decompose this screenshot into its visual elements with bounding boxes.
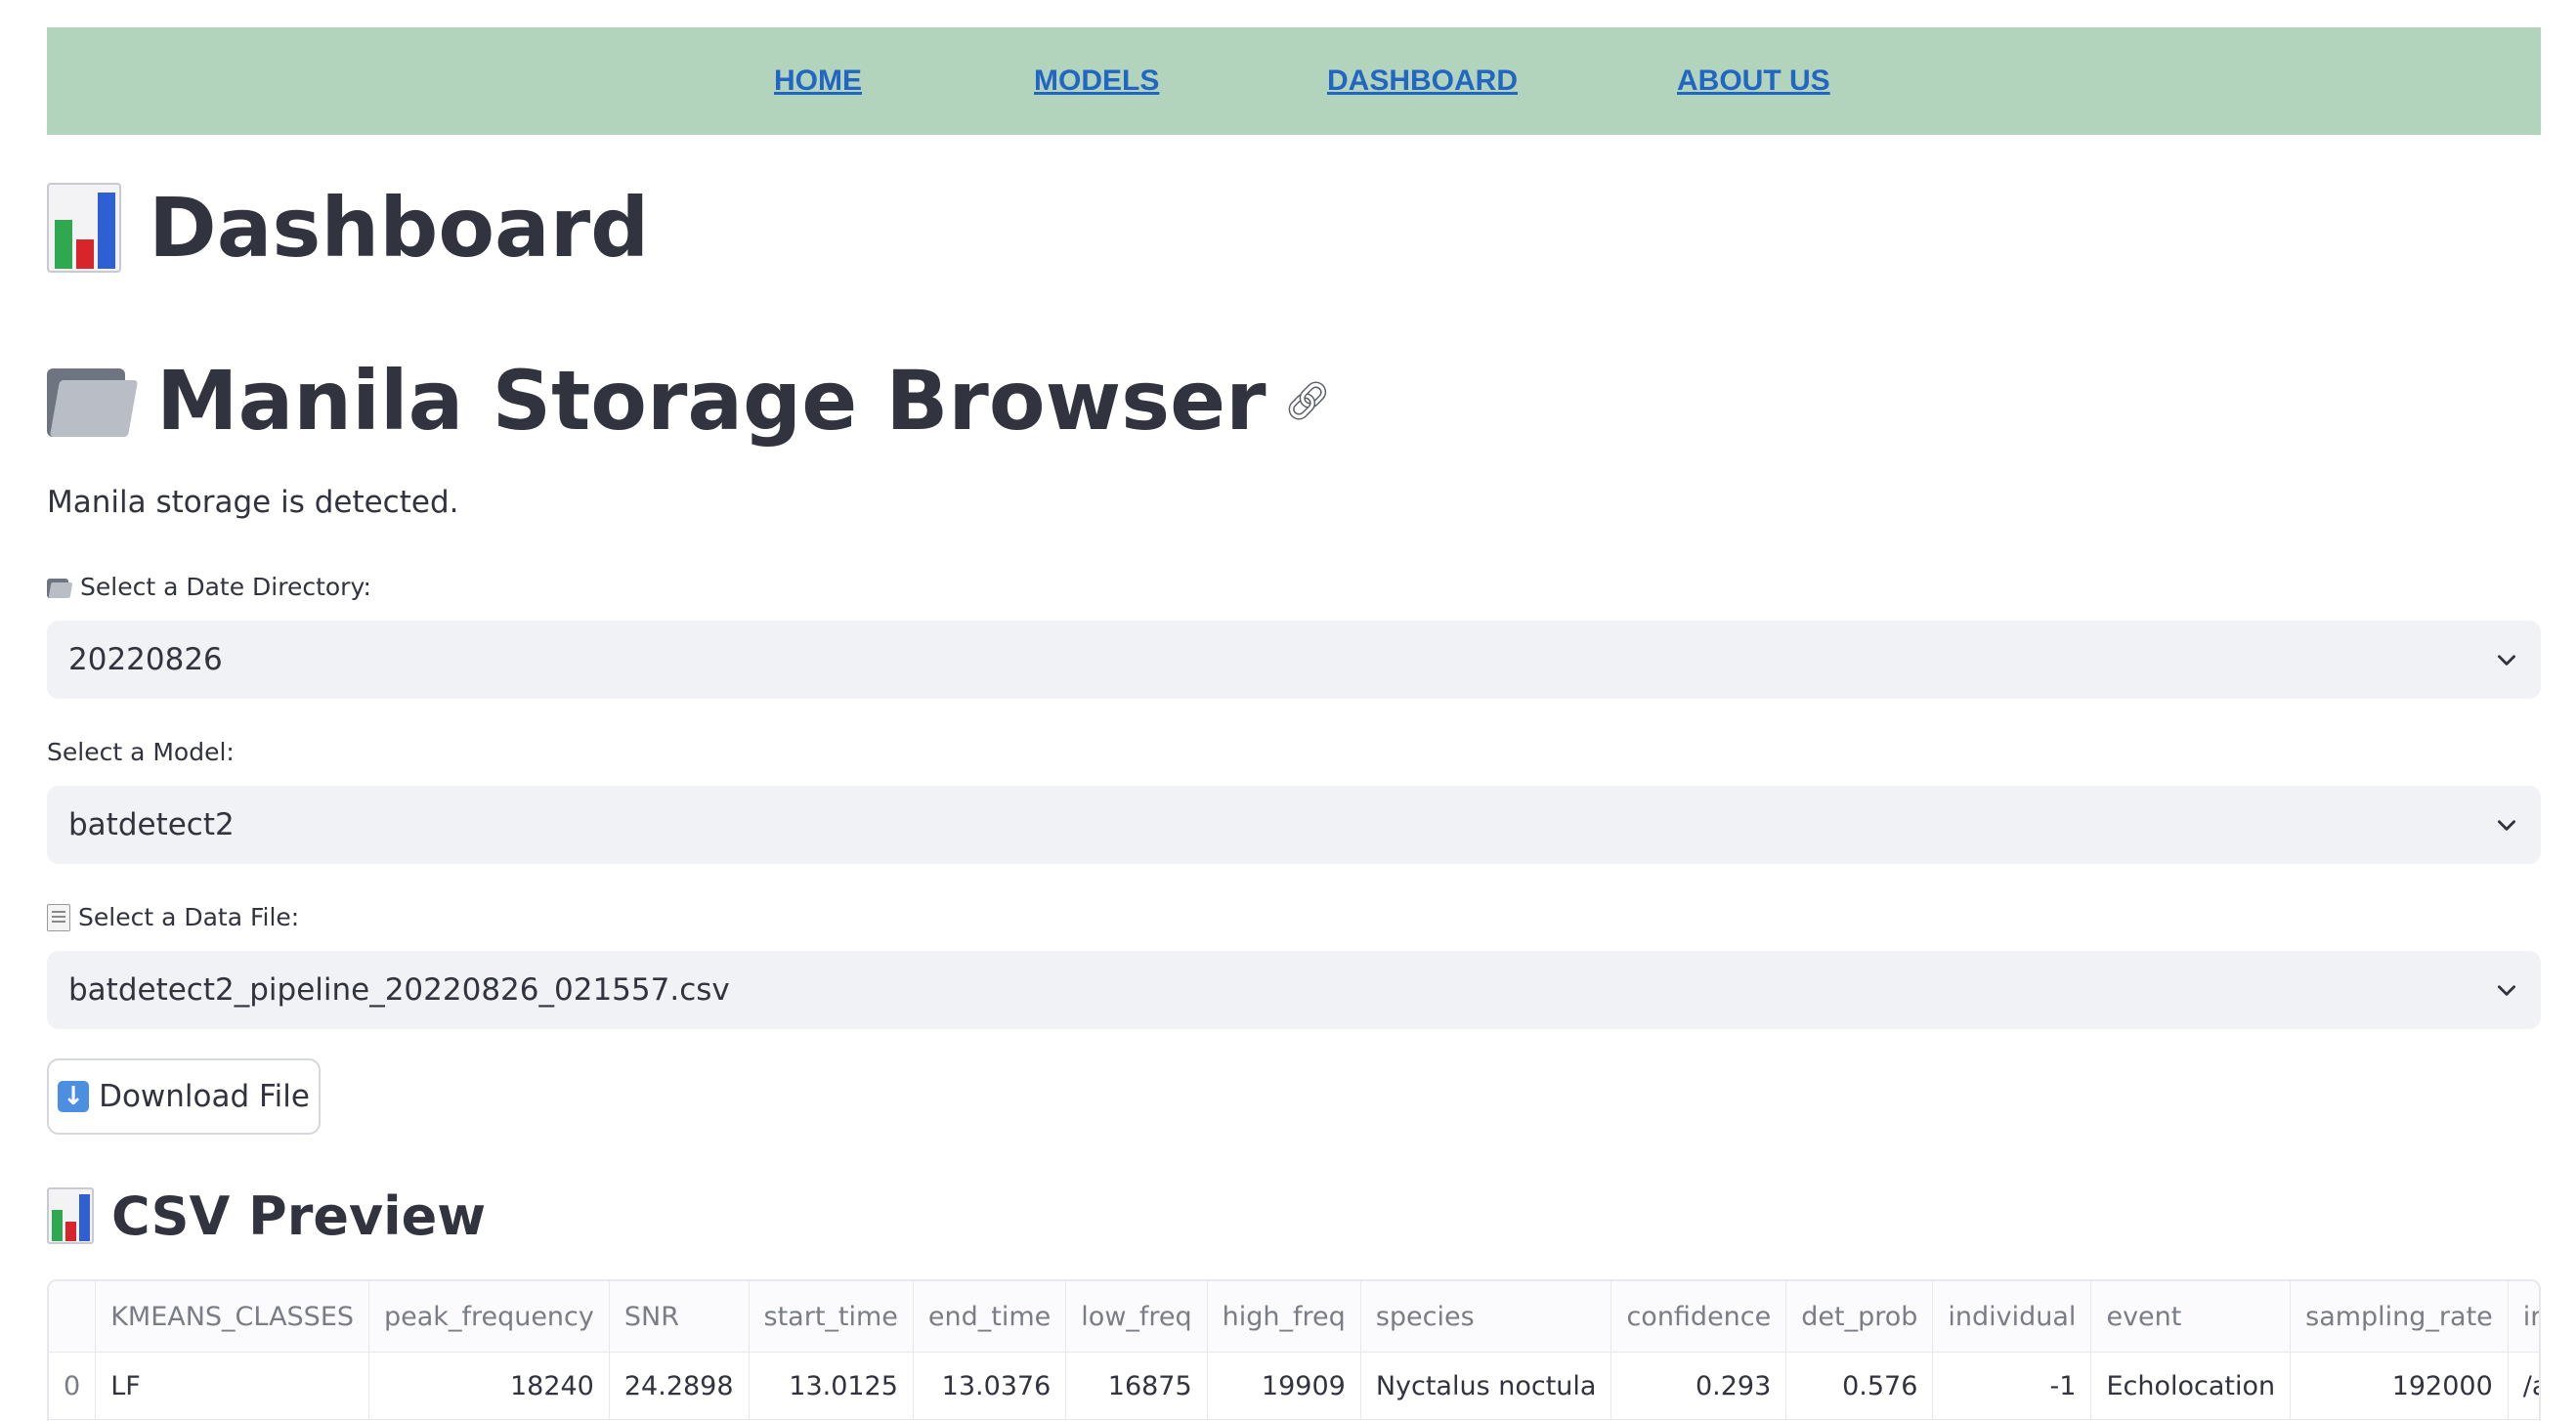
column-header[interactable]: individual	[1932, 1281, 2092, 1353]
table-cell[interactable]: Nyctalus noctula	[1360, 1352, 1612, 1420]
chevron-down-icon	[2498, 820, 2515, 831]
nav-link-models[interactable]: MODELS	[1034, 27, 1159, 135]
csv-preview-title: CSV Preview	[47, 1179, 486, 1253]
column-header[interactable]: det_prob	[1785, 1281, 1934, 1353]
column-header[interactable]: confidence	[1610, 1281, 1787, 1353]
model-select-label: Select a Model:	[47, 738, 235, 766]
page-title-text: Dashboard	[149, 180, 650, 276]
chevron-down-icon	[2498, 985, 2515, 996]
table-cell[interactable]: 13.0125	[749, 1352, 914, 1420]
column-header[interactable]: low_freq	[1065, 1281, 1208, 1353]
storage-status-text: Manila storage is detected.	[47, 485, 459, 520]
column-header[interactable]: input_file	[2508, 1281, 2539, 1353]
table-cell[interactable]: -1	[1932, 1352, 2092, 1420]
section-title: Manila Storage Browser 🔗︎	[47, 347, 1331, 454]
model-select-label-text: Select a Model:	[47, 738, 235, 766]
bar-chart-icon	[47, 1187, 94, 1244]
date-select-label: Select a Date Directory:	[47, 573, 371, 601]
folder-icon	[47, 577, 73, 598]
table-row: 0 LF 18240 24.2898 13.0125 13.0376 16875…	[49, 1352, 2539, 1420]
date-select-value: 20220826	[68, 642, 223, 677]
table-cell-index[interactable]: 0	[49, 1352, 97, 1420]
nav-link-dashboard[interactable]: DASHBOARD	[1327, 27, 1518, 135]
bar-chart-icon	[47, 183, 121, 273]
column-header[interactable]: SNR	[609, 1281, 750, 1353]
column-header[interactable]: high_freq	[1207, 1281, 1361, 1353]
download-button-label: Download File	[99, 1079, 310, 1114]
table-cell[interactable]: LF	[95, 1352, 370, 1420]
column-header[interactable]: KMEANS_CLASSES	[95, 1281, 370, 1353]
csv-preview-title-text: CSV Preview	[111, 1184, 487, 1247]
file-select-value: batdetect2_pipeline_20220826_021557.csv	[68, 972, 730, 1008]
open-folder-icon	[47, 363, 139, 439]
column-header[interactable]: event	[2090, 1281, 2292, 1353]
column-header[interactable]: start_time	[749, 1281, 914, 1353]
page-title: Dashboard	[47, 174, 649, 281]
column-header[interactable]: end_time	[913, 1281, 1067, 1353]
table-cell[interactable]: 16875	[1065, 1352, 1208, 1420]
model-select-value: batdetect2	[68, 807, 235, 842]
file-select-label-text: Select a Data File:	[78, 903, 300, 931]
nav-link-home[interactable]: HOME	[774, 27, 862, 135]
csv-preview-table[interactable]: KMEANS_CLASSES peak_frequency SNR start_…	[47, 1279, 2541, 1421]
download-file-button[interactable]: Download File	[47, 1058, 321, 1135]
anchor-link-icon[interactable]: 🔗︎	[1284, 379, 1331, 423]
table-cell[interactable]: 0.293	[1610, 1352, 1787, 1420]
table-cell[interactable]: 13.0376	[913, 1352, 1067, 1420]
section-title-text: Manila Storage Browser	[156, 353, 1267, 449]
nav-link-about-us[interactable]: ABOUT US	[1677, 27, 1830, 135]
column-header[interactable]	[49, 1281, 97, 1353]
download-arrow-icon	[58, 1081, 90, 1112]
top-navbar: HOME MODELS DASHBOARD ABOUT US	[47, 27, 2541, 135]
model-select[interactable]: batdetect2	[47, 786, 2541, 864]
chevron-down-icon	[2498, 655, 2515, 666]
date-select-label-text: Select a Date Directory:	[80, 573, 371, 601]
date-directory-select[interactable]: 20220826	[47, 621, 2541, 699]
table-cell[interactable]: /app/recordings	[2508, 1352, 2539, 1420]
table-cell[interactable]: 0.576	[1785, 1352, 1934, 1420]
table-cell[interactable]: 19909	[1207, 1352, 1361, 1420]
document-icon	[47, 903, 70, 931]
column-header[interactable]: sampling_rate	[2290, 1281, 2509, 1353]
data-file-select[interactable]: batdetect2_pipeline_20220826_021557.csv	[47, 951, 2541, 1029]
table-header-row: KMEANS_CLASSES peak_frequency SNR start_…	[49, 1281, 2539, 1353]
file-select-label: Select a Data File:	[47, 903, 299, 931]
table-cell[interactable]: 18240	[368, 1352, 610, 1420]
table-cell[interactable]: 24.2898	[609, 1352, 750, 1420]
table-cell[interactable]: Echolocation	[2090, 1352, 2292, 1420]
column-header[interactable]: peak_frequency	[368, 1281, 610, 1353]
table-cell[interactable]: 192000	[2290, 1352, 2509, 1420]
column-header[interactable]: species	[1360, 1281, 1612, 1353]
